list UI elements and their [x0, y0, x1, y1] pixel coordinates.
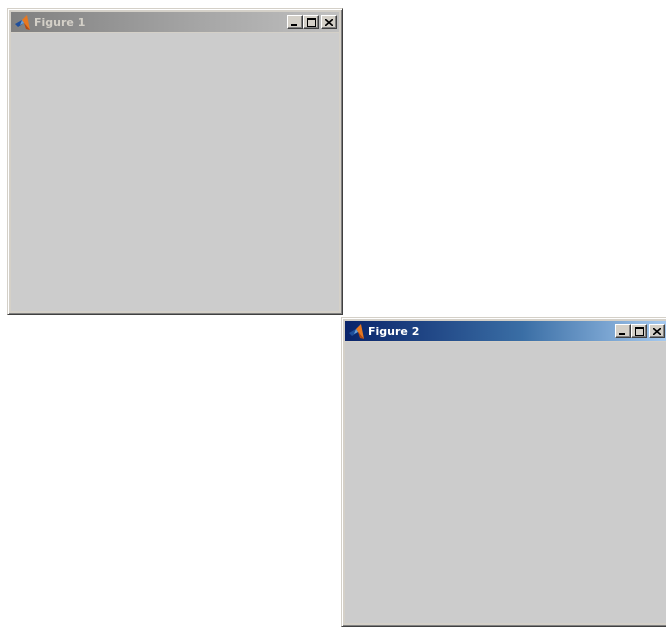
- maximize-icon: [634, 326, 644, 336]
- close-button[interactable]: [649, 324, 665, 338]
- minimize-icon: [619, 333, 625, 335]
- figure-1-title: Figure 1: [34, 15, 86, 29]
- figure-1-titlebar[interactable]: Figure 1: [11, 12, 339, 32]
- figure-2-titlebar[interactable]: Figure 2: [345, 321, 666, 341]
- figure-1-canvas[interactable]: [11, 33, 339, 311]
- matlab-logo-icon[interactable]: [14, 14, 31, 31]
- matlab-logo-icon[interactable]: [348, 323, 365, 340]
- close-icon: [653, 327, 661, 335]
- maximize-button[interactable]: [631, 324, 647, 338]
- maximize-button[interactable]: [303, 15, 319, 29]
- minimize-button[interactable]: [615, 324, 631, 338]
- minimize-button[interactable]: [287, 15, 303, 29]
- figure-2-title: Figure 2: [368, 324, 420, 338]
- close-icon: [325, 18, 333, 26]
- minimize-icon: [291, 24, 297, 26]
- close-button[interactable]: [321, 15, 337, 29]
- maximize-icon: [306, 17, 316, 27]
- figure-2-canvas[interactable]: [345, 342, 666, 623]
- figure-2-window[interactable]: Figure 2: [341, 317, 666, 627]
- figure-1-window[interactable]: Figure 1: [7, 8, 343, 315]
